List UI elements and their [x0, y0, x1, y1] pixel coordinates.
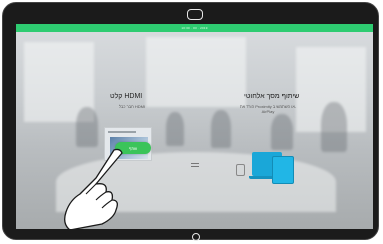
laptop-icon	[249, 152, 294, 184]
home-button-icon[interactable]	[192, 233, 200, 241]
status-bar: 10:30 · 03 · 2019	[16, 24, 373, 32]
camera-icon	[187, 9, 203, 20]
tablet-icon	[272, 156, 294, 184]
tablet-device-frame: 10:30 · 03 · 2019 קלט HDMI חבר כבל HDMI …	[2, 2, 379, 241]
hdmi-input-title: קלט HDMI	[110, 93, 143, 100]
wireless-share-title: שיתוף מסך אלחוטי	[244, 93, 300, 100]
hdmi-input-subtitle: חבר כבל HDMI	[118, 104, 146, 109]
phone-icon	[236, 164, 245, 176]
touch-screen: 10:30 · 03 · 2019 קלט HDMI חבר כבל HDMI …	[16, 24, 373, 229]
status-text: 10:30 · 03 · 2019	[181, 26, 208, 30]
hand-pointer-icon	[64, 148, 123, 229]
pause-icon	[191, 163, 199, 167]
wireless-share-subtitle: הורד את Proximity או השתמש ב-AirPlay	[239, 104, 297, 114]
